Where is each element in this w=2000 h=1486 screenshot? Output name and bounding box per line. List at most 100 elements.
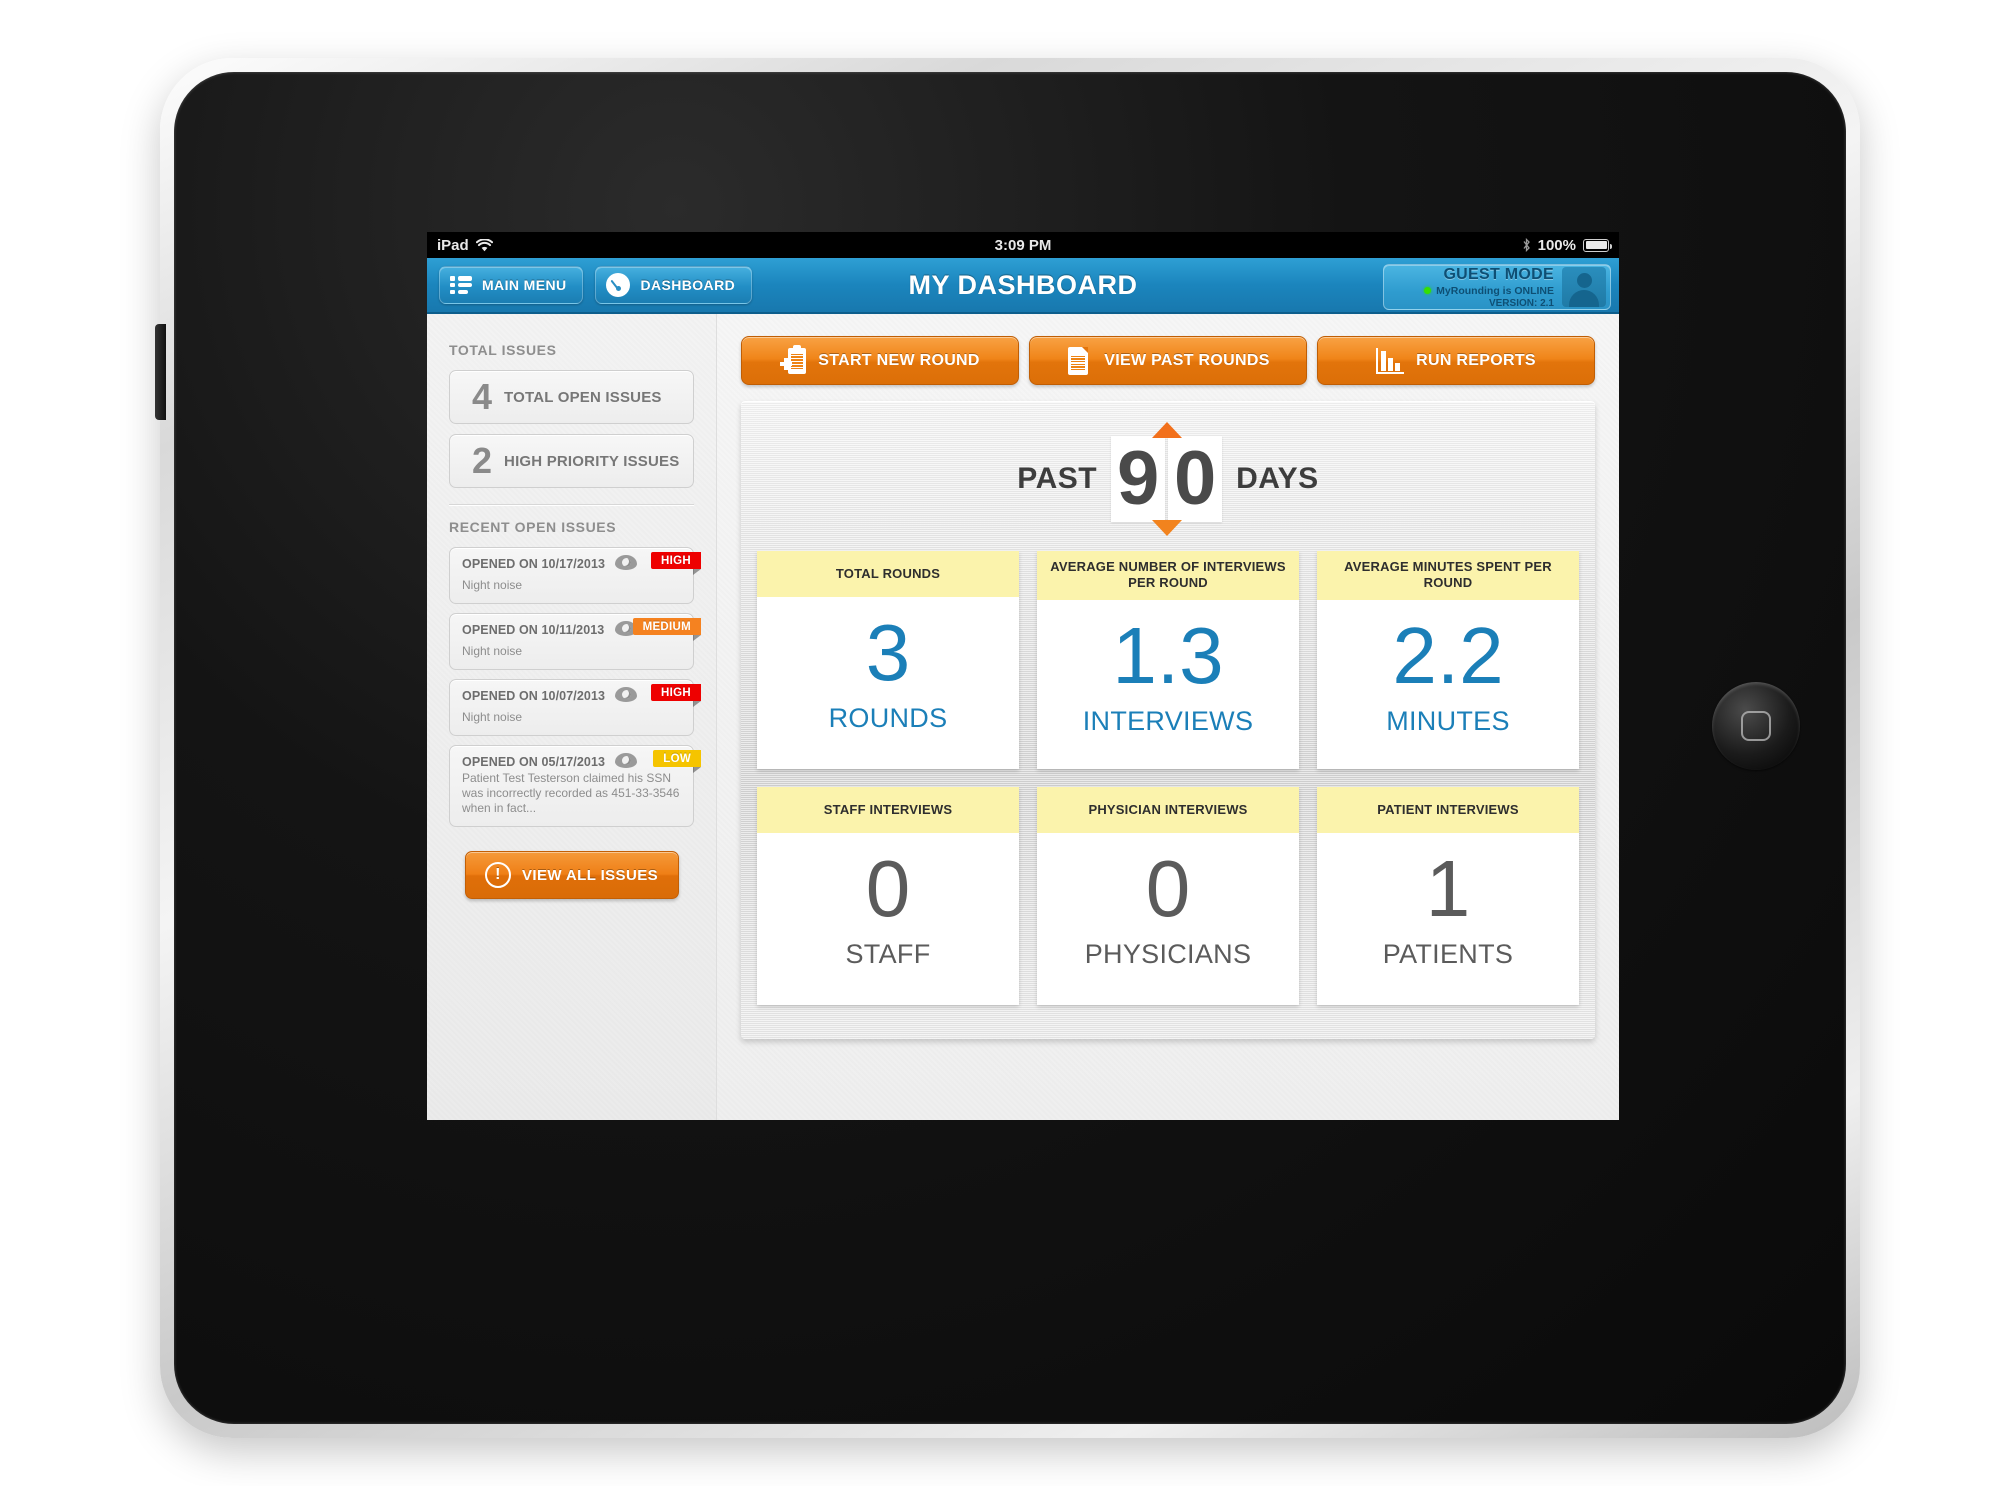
- issue-description: Night noise: [462, 710, 523, 724]
- stat-value: 0: [1145, 844, 1191, 933]
- stat-title: PHYSICIAN INTERVIEWS: [1037, 787, 1299, 833]
- home-button[interactable]: [1712, 682, 1800, 770]
- list-item[interactable]: OPENED ON 10/07/2013 Night noise HIGH: [449, 679, 701, 736]
- volume-button[interactable]: [155, 324, 166, 420]
- stat-unit: ROUNDS: [828, 703, 948, 733]
- battery-percent-label: 100%: [1537, 236, 1576, 254]
- device-bezel: iPad 3:09 PM 100% MAIN MENU DASHBOARD MY…: [174, 72, 1846, 1424]
- sidebar: TOTAL ISSUES 4 TOTAL OPEN ISSUES 2 HIGH …: [427, 314, 717, 1120]
- issue-date: OPENED ON 05/17/2013: [462, 755, 606, 769]
- issue-date: OPENED ON 10/17/2013: [462, 557, 606, 571]
- connection-status: MyRounding is ONLINE: [1424, 285, 1554, 297]
- view-past-rounds-label: VIEW PAST ROUNDS: [1104, 351, 1270, 369]
- status-badge: LOW: [653, 750, 701, 773]
- period-prefix-label: PAST: [1017, 462, 1098, 495]
- avatar[interactable]: [1562, 267, 1606, 307]
- list-item[interactable]: OPENED ON 10/11/2013 Night noise MEDIUM: [449, 613, 702, 670]
- stat-value: 1: [1425, 844, 1471, 933]
- list-item[interactable]: OPENED ON 05/17/2013 Patient Test Tester…: [449, 745, 701, 827]
- period-digit-group[interactable]: 9 0: [1111, 422, 1223, 536]
- view-all-issues-button[interactable]: ! VIEW ALL ISSUES: [464, 851, 679, 899]
- ipad-device-frame: iPad 3:09 PM 100% MAIN MENU DASHBOARD MY…: [155, 58, 1860, 1438]
- stat-card-patient-interviews: PATIENT INTERVIEWS 1 PATIENTS: [1317, 787, 1579, 1005]
- divider: [449, 504, 694, 505]
- battery-icon: [1583, 238, 1612, 252]
- ipad-screen: iPad 3:09 PM 100% MAIN MENU DASHBOARD MY…: [427, 232, 1619, 1120]
- app-navigation-bar: MAIN MENU DASHBOARD MY DASHBOARD GUEST M…: [427, 258, 1619, 314]
- high-priority-issues-box[interactable]: 2 HIGH PRIORITY ISSUES: [449, 434, 694, 488]
- stat-unit: PATIENTS: [1382, 939, 1514, 969]
- stat-card-physician-interviews: PHYSICIAN INTERVIEWS 0 PHYSICIANS: [1037, 787, 1299, 1005]
- stat-card-staff-interviews: STAFF INTERVIEWS 0 STAFF: [757, 787, 1019, 1005]
- app-body: TOTAL ISSUES 4 TOTAL OPEN ISSUES 2 HIGH …: [427, 314, 1619, 1120]
- dashboard-label: DASHBOARD: [640, 277, 736, 293]
- hamburger-list-icon: [450, 276, 472, 294]
- bluetooth-icon: [1523, 238, 1530, 252]
- ios-status-bar: iPad 3:09 PM 100%: [427, 232, 1619, 258]
- stat-unit: PHYSICIANS: [1084, 939, 1252, 969]
- stat-unit: STAFF: [845, 939, 931, 969]
- stat-value: 1.3: [1112, 610, 1224, 700]
- guest-mode-text: GUEST MODE MyRounding is ONLINE VERSION:…: [1424, 266, 1562, 309]
- issue-description: Night noise: [462, 644, 523, 658]
- document-icon: [1066, 346, 1092, 376]
- stat-card-total-rounds: TOTAL ROUNDS 3 ROUNDS: [757, 551, 1019, 769]
- gauge-icon: [606, 273, 631, 297]
- status-bar-right: 100%: [1522, 236, 1612, 254]
- period-suffix-label: DAYS: [1236, 462, 1319, 495]
- eye-icon[interactable]: [615, 753, 637, 768]
- view-past-rounds-button[interactable]: VIEW PAST ROUNDS: [1029, 336, 1307, 385]
- metrics-panel: PAST 9 0 DAYS TOTAL ROUNDS 3 ROUNDS AVER…: [741, 401, 1595, 1039]
- dashboard-button[interactable]: DASHBOARD: [595, 266, 753, 304]
- run-reports-button[interactable]: RUN REPORTS: [1317, 336, 1595, 385]
- status-badge: HIGH: [651, 552, 701, 575]
- main-content: START NEW ROUND VIEW PAST ROUNDS RUN REP…: [717, 314, 1619, 1120]
- stat-card-avg-interviews: AVERAGE NUMBER OF INTERVIEWS PER ROUND 1…: [1037, 551, 1299, 769]
- total-issues-heading: TOTAL ISSUES: [449, 342, 557, 358]
- high-priority-issues-label: HIGH PRIORITY ISSUES: [504, 452, 680, 470]
- stat-title: PATIENT INTERVIEWS: [1317, 787, 1579, 833]
- list-item[interactable]: OPENED ON 10/17/2013 Night noise HIGH: [449, 547, 701, 604]
- stat-value: 2.2: [1392, 610, 1504, 700]
- period-digit-tens[interactable]: 9: [1111, 436, 1166, 522]
- stat-unit: MINUTES: [1386, 705, 1510, 736]
- main-menu-button[interactable]: MAIN MENU: [439, 266, 584, 304]
- run-reports-label: RUN REPORTS: [1416, 351, 1536, 369]
- stat-value: 3: [865, 608, 911, 697]
- stat-card-avg-minutes: AVERAGE MINUTES SPENT PER ROUND 2.2 MINU…: [1317, 551, 1579, 769]
- stat-card-grid: TOTAL ROUNDS 3 ROUNDS AVERAGE NUMBER OF …: [757, 551, 1579, 1005]
- view-all-issues-label: VIEW ALL ISSUES: [521, 866, 659, 884]
- status-badge: HIGH: [651, 684, 701, 707]
- eye-icon[interactable]: [615, 687, 637, 702]
- total-open-issues-count: 4: [472, 376, 493, 417]
- issue-date: OPENED ON 10/07/2013: [462, 689, 606, 703]
- online-status-dot-icon: [1424, 287, 1432, 294]
- stat-title: AVERAGE MINUTES SPENT PER ROUND: [1317, 551, 1579, 600]
- issue-description: Night noise: [462, 578, 523, 592]
- arrow-up-icon[interactable]: [1151, 422, 1182, 438]
- recent-open-issues-heading: RECENT OPEN ISSUES: [449, 519, 617, 535]
- period-digit-ones[interactable]: 0: [1168, 436, 1223, 522]
- app-version-label: VERSION: 2.1: [1488, 297, 1554, 309]
- stat-title: AVERAGE NUMBER OF INTERVIEWS PER ROUND: [1037, 551, 1299, 600]
- status-badge: MEDIUM: [632, 618, 702, 641]
- guest-mode-title: GUEST MODE: [1443, 265, 1554, 283]
- stat-value: 0: [865, 844, 911, 933]
- stat-title: STAFF INTERVIEWS: [757, 787, 1019, 833]
- guest-mode-panel[interactable]: GUEST MODE MyRounding is ONLINE VERSION:…: [1383, 264, 1611, 310]
- status-bar-clock: 3:09 PM: [994, 236, 1052, 254]
- eye-icon[interactable]: [615, 555, 637, 570]
- total-open-issues-box[interactable]: 4 TOTAL OPEN ISSUES: [449, 370, 694, 424]
- start-new-round-label: START NEW ROUND: [818, 351, 980, 369]
- high-priority-issues-count: 2: [472, 440, 493, 481]
- stat-title: TOTAL ROUNDS: [757, 551, 1019, 597]
- connection-status-label: MyRounding is ONLINE: [1436, 284, 1554, 297]
- main-menu-label: MAIN MENU: [482, 277, 567, 293]
- home-button-square-icon: [1741, 711, 1771, 741]
- period-selector: PAST 9 0 DAYS: [757, 415, 1579, 543]
- start-new-round-button[interactable]: START NEW ROUND: [741, 336, 1019, 385]
- stat-unit: INTERVIEWS: [1082, 705, 1254, 736]
- issue-description: Patient Test Testerson claimed his SSN w…: [462, 771, 680, 815]
- arrow-down-icon[interactable]: [1151, 520, 1182, 536]
- action-button-bar: START NEW ROUND VIEW PAST ROUNDS RUN REP…: [741, 336, 1595, 385]
